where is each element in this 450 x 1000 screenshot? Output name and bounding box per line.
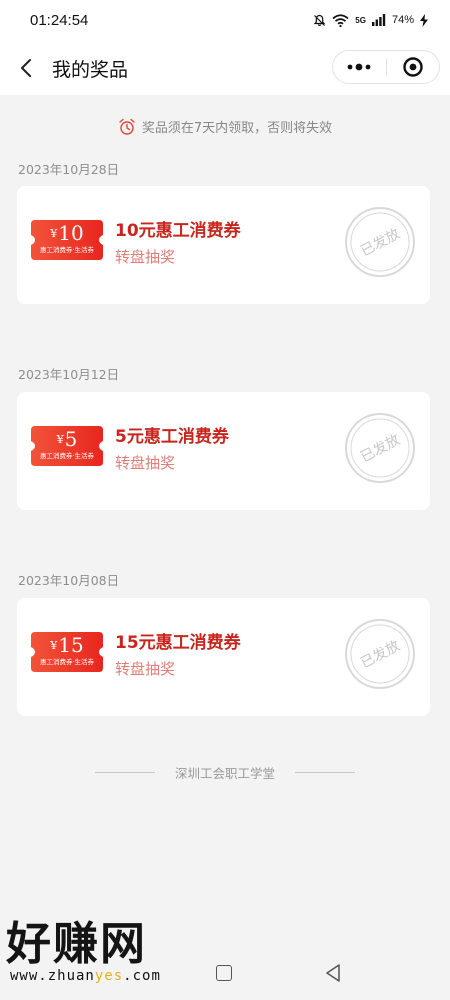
- coupon-badge: ¥10 惠工消费券·生活券: [31, 220, 103, 260]
- coupon-amount: ¥15: [50, 633, 84, 657]
- prize-name: 5元惠工消费券: [115, 427, 229, 447]
- page-title: 我的奖品: [52, 59, 129, 81]
- expiry-notice: 奖品须在7天内领取，否则将失效: [0, 117, 450, 136]
- prize-card[interactable]: ¥10 惠工消费券·生活券 10元惠工消费券 转盘抽奖 已发放: [17, 186, 430, 304]
- issued-stamp-icon: 已发放: [345, 619, 415, 689]
- signal-icon: [371, 14, 386, 26]
- coupon-subtitle: 惠工消费券·生活券: [39, 658, 95, 666]
- stamp-text: 已发放: [358, 638, 403, 672]
- issued-stamp-icon: 已发放: [345, 207, 415, 277]
- prize-name: 15元惠工消费券: [115, 633, 241, 653]
- status-icons: 5G 74%: [313, 13, 428, 27]
- status-bar: 01:24:54 5G 74%: [0, 0, 450, 40]
- prize-card[interactable]: ¥15 惠工消费券·生活券 15元惠工消费券 转盘抽奖 已发放: [17, 598, 430, 716]
- coupon-badge: ¥5 惠工消费券·生活券: [31, 426, 103, 466]
- issued-stamp-icon: 已发放: [345, 413, 415, 483]
- prize-source: 转盘抽奖: [115, 454, 176, 472]
- capsule-menu: [332, 50, 440, 84]
- status-time: 01:24:54: [30, 11, 89, 29]
- coupon-badge: ¥15 惠工消费券·生活券: [31, 632, 103, 672]
- mute-bell-icon: [313, 14, 326, 26]
- chevron-left-icon: [21, 59, 31, 77]
- more-button[interactable]: [333, 50, 386, 84]
- system-nav-bar: [0, 955, 450, 995]
- footer-divider-left: [94, 772, 155, 773]
- home-button[interactable]: [216, 965, 232, 981]
- footer-divider-right: [295, 772, 355, 773]
- target-circle-icon: [403, 57, 423, 77]
- back-button[interactable]: [16, 56, 38, 80]
- battery-percent: 74%: [391, 14, 414, 26]
- coupon-amount: ¥10: [50, 221, 84, 245]
- page-header: 我的奖品: [0, 40, 450, 95]
- prize-date: 2023年10月12日: [18, 367, 120, 382]
- nav-back-icon[interactable]: [324, 963, 342, 983]
- coupon-subtitle: 惠工消费券·生活券: [39, 452, 95, 460]
- prize-source: 转盘抽奖: [115, 248, 176, 266]
- footer: 深圳工会职工学堂: [0, 763, 450, 782]
- close-button[interactable]: [386, 50, 439, 84]
- coupon-amount: ¥5: [56, 427, 78, 451]
- network-label: 5G: [355, 15, 366, 25]
- prize-date: 2023年10月28日: [18, 162, 120, 177]
- charging-icon: [420, 13, 428, 27]
- prize-date: 2023年10月08日: [18, 573, 120, 588]
- prize-name: 10元惠工消费券: [115, 221, 241, 241]
- prize-source: 转盘抽奖: [115, 660, 176, 678]
- stamp-text: 已发放: [358, 432, 403, 466]
- alarm-clock-icon: [119, 118, 135, 135]
- coupon-subtitle: 惠工消费券·生活券: [39, 246, 95, 254]
- footer-text: 深圳工会职工学堂: [174, 766, 275, 781]
- prize-card[interactable]: ¥5 惠工消费券·生活券 5元惠工消费券 转盘抽奖 已发放: [17, 392, 430, 510]
- more-dots-icon: [347, 63, 371, 71]
- wifi-icon: [332, 13, 349, 27]
- stamp-text: 已发放: [358, 226, 403, 260]
- notice-text: 奖品须在7天内领取，否则将失效: [141, 121, 333, 136]
